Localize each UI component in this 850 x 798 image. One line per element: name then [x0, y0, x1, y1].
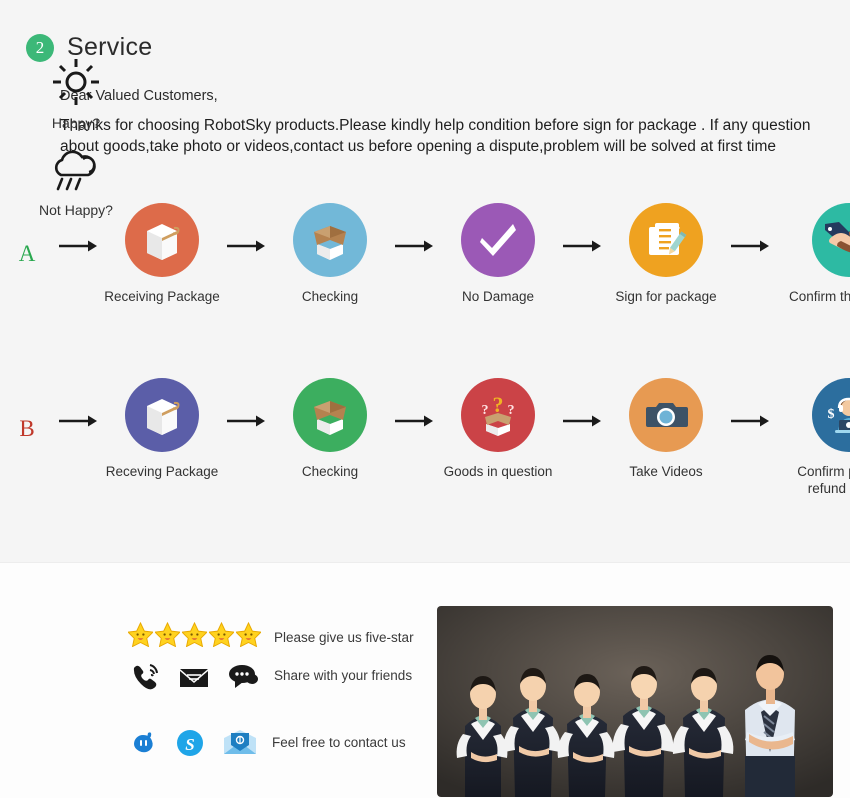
flow-row-a: A Receiving Package Checking No Damage S… [0, 203, 850, 305]
alitalk-icon[interactable] [128, 728, 158, 763]
star-icon[interactable] [234, 621, 263, 648]
clipboard-pencil-icon [629, 203, 703, 277]
arrow-icon [390, 203, 438, 253]
not-happy-label: Not Happy? [39, 202, 113, 218]
rain-cloud-icon [47, 147, 105, 200]
section-number: 2 [35, 38, 45, 57]
arrow-icon [390, 378, 438, 428]
svg-text:?: ? [482, 403, 489, 418]
phone-ring-icon[interactable] [131, 662, 161, 695]
greeting-text: Dear Valued Customers, [60, 88, 218, 104]
star-icon[interactable] [153, 621, 182, 648]
star-icon[interactable] [207, 621, 236, 648]
arrow-icon [222, 378, 270, 428]
not-happy-block: Not Happy? [36, 147, 116, 218]
chat-bubble-icon[interactable] [227, 663, 259, 694]
service-page: 2 Service Dear Valued Customers, Thanks … [0, 0, 850, 798]
step-label: Confirm problem, refund money [797, 464, 850, 497]
arrow-icon [558, 378, 606, 428]
happy-label: Happy? [51, 115, 101, 131]
sun-icon [50, 56, 102, 113]
star-icon[interactable] [180, 621, 209, 648]
arrow-icon [222, 203, 270, 253]
customer-service-team-photo [437, 606, 833, 797]
happy-block: Happy? [36, 56, 116, 131]
arrow-icon [558, 203, 606, 253]
step-label: Goods in question [443, 464, 553, 479]
open-box-icon [293, 378, 367, 452]
check-mark-icon [461, 203, 535, 277]
skype-icon[interactable]: S [175, 728, 205, 763]
happy-contact-icons [131, 662, 259, 695]
intro-body-text: Thanks for choosing RobotSky products.Pl… [60, 117, 811, 156]
service-panel: 2 Service Dear Valued Customers, Thanks … [0, 0, 850, 562]
step-label: Receiving Package [104, 289, 220, 304]
flow-step: Take Videos [606, 378, 726, 480]
flow-step: Confirm the delivery [774, 203, 850, 305]
step-label: Sign for package [615, 289, 717, 304]
flow-step: Checking [270, 378, 390, 480]
svg-text:S: S [185, 735, 194, 754]
share-caption: Share with your friends [274, 668, 413, 683]
intro-block: Dear Valued Customers, Thanks for choosi… [60, 88, 850, 158]
step-label: Take Videos [629, 464, 703, 479]
step-label: Confirm the delivery [788, 289, 850, 304]
arrow-icon [54, 378, 102, 428]
step-label: Receving Package [105, 464, 219, 479]
star-icon[interactable] [126, 621, 155, 648]
question-box-icon: ? ? ? [461, 378, 535, 452]
flow-step: Checking [270, 203, 390, 305]
flow-step: ? ? ? Goods in question [438, 378, 558, 480]
star-rating[interactable] [126, 621, 263, 648]
svg-text:$: $ [828, 407, 835, 422]
flow-step: Receiving Package [102, 203, 222, 305]
email-envelope-icon[interactable] [222, 729, 258, 762]
flow-step: $ $ Confirm problem, refund mo [774, 378, 850, 498]
mail-icon[interactable] [178, 663, 210, 694]
camera-icon [629, 378, 703, 452]
package-box-icon [125, 203, 199, 277]
open-box-icon [293, 203, 367, 277]
flow-tag-b: B [19, 416, 35, 441]
five-star-caption: Please give us five-star [274, 630, 414, 645]
svg-text:?: ? [508, 403, 515, 418]
step-label: Checking [301, 464, 359, 479]
package-box-icon [125, 378, 199, 452]
step-label: No Damage [461, 289, 535, 304]
support-agent-icon: $ $ [812, 378, 850, 452]
arrow-icon [726, 203, 774, 253]
step-label: Checking [301, 289, 359, 304]
handshake-icon [812, 203, 850, 277]
arrow-icon [726, 378, 774, 428]
contact-caption: Feel free to contact us [272, 735, 406, 750]
flow-step: Sign for package [606, 203, 726, 305]
flow-row-b: B Receving Package Checking ? ? ? Goods … [0, 378, 850, 498]
not-happy-contact-icons: S [128, 728, 258, 763]
flow-step: Receving Package [102, 378, 222, 480]
flow-step: No Damage [438, 203, 558, 305]
